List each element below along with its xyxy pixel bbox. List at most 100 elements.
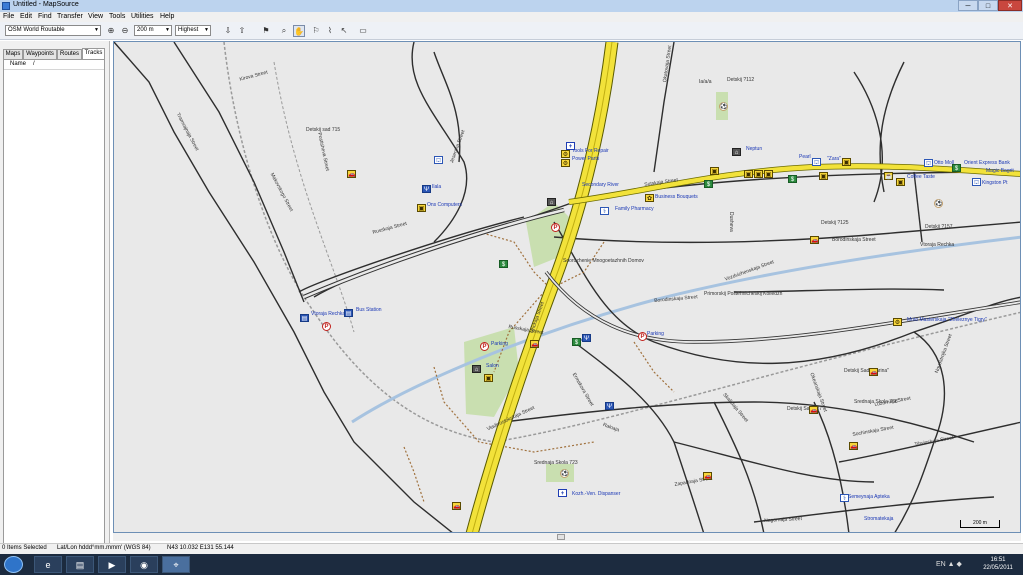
system-tray[interactable]: EN ▲ ◆ bbox=[936, 560, 976, 570]
poi-label: Sooruzhenie Mnogoetazhnih Domov bbox=[563, 258, 644, 264]
street-label: Borodinskaja Street bbox=[832, 237, 876, 243]
shop-icon[interactable]: ▣ bbox=[819, 172, 828, 180]
school-icon[interactable]: ⚽ bbox=[560, 469, 569, 478]
waypoint-tool-icon[interactable]: ⚐ bbox=[310, 25, 322, 37]
car-icon[interactable]: 🚗 bbox=[849, 442, 858, 450]
firefox-icon[interactable]: ◉ bbox=[130, 556, 158, 573]
bus-icon[interactable]: ▤ bbox=[300, 314, 309, 322]
bank-icon[interactable]: $ bbox=[788, 175, 797, 183]
restaurant-icon[interactable]: Ψ bbox=[582, 334, 591, 342]
parking-icon[interactable]: P bbox=[480, 342, 489, 351]
resize-handle[interactable] bbox=[557, 534, 565, 540]
menu-find[interactable]: Find bbox=[38, 13, 52, 20]
school-icon[interactable]: ⚽ bbox=[934, 199, 943, 208]
parking-icon[interactable]: P bbox=[322, 322, 331, 331]
menu-utilities[interactable]: Utilities bbox=[131, 13, 154, 20]
track-list[interactable]: Name / bbox=[3, 59, 105, 575]
florist-icon[interactable]: ✿ bbox=[645, 194, 654, 202]
start-button[interactable] bbox=[4, 556, 23, 573]
parking-icon[interactable]: P bbox=[551, 223, 560, 232]
clothing-icon[interactable]: ⛫ bbox=[924, 159, 933, 167]
car-icon[interactable]: 🚗 bbox=[809, 406, 818, 414]
cafe-icon[interactable]: ☕ bbox=[884, 172, 893, 180]
shop-icon[interactable]: ▣ bbox=[764, 170, 773, 178]
maximize-button[interactable]: □ bbox=[978, 0, 998, 11]
distance-tool-icon[interactable]: ▭ bbox=[357, 25, 369, 37]
media-player-icon[interactable]: ▶ bbox=[98, 556, 126, 573]
tab-waypoints[interactable]: Waypoints bbox=[23, 49, 57, 59]
hospital-icon[interactable]: + bbox=[558, 489, 567, 497]
route-tool-icon[interactable]: ⌇ bbox=[324, 25, 336, 37]
car-icon[interactable]: 🚗 bbox=[869, 368, 878, 376]
detail-level-select[interactable]: Highest ▼ bbox=[175, 25, 211, 36]
hospital-icon[interactable]: + bbox=[566, 142, 575, 150]
restaurant-icon[interactable]: Ψ bbox=[422, 185, 431, 193]
shop-icon[interactable]: ⛫ bbox=[972, 178, 981, 186]
shop-icon[interactable]: ▣ bbox=[744, 170, 753, 178]
mapsource-taskbar-icon[interactable]: ⌖ bbox=[162, 556, 190, 573]
shop-icon[interactable]: ▣ bbox=[417, 204, 426, 212]
restaurant-icon[interactable]: Ψ bbox=[605, 402, 614, 410]
tab-routes[interactable]: Routes bbox=[57, 49, 82, 59]
shop-icon[interactable]: ▣ bbox=[484, 374, 493, 382]
car-parts-icon[interactable]: ⚙ bbox=[561, 159, 570, 167]
car-icon[interactable]: 🚗 bbox=[452, 502, 461, 510]
zoom-tool-icon[interactable]: ⌕ bbox=[278, 25, 290, 37]
museum-icon[interactable]: ⌂ bbox=[472, 365, 481, 373]
map-tool-icon[interactable]: ⚑ bbox=[260, 25, 272, 37]
zoom-in-icon[interactable]: ⊕ bbox=[105, 25, 117, 37]
poi-label: Business Bouquets bbox=[655, 194, 698, 200]
bank-icon[interactable]: $ bbox=[952, 164, 961, 172]
pharmacy-icon[interactable]: ⚕ bbox=[600, 207, 609, 215]
shop-icon[interactable]: ▣ bbox=[842, 158, 851, 166]
tab-maps[interactable]: Maps bbox=[3, 49, 23, 59]
museum-icon[interactable]: ⌂ bbox=[547, 198, 556, 206]
school-icon[interactable]: ⚽ bbox=[719, 102, 728, 111]
map-product-select[interactable]: OSM World Routable ▼ bbox=[5, 25, 101, 36]
clothing-icon[interactable]: ⛫ bbox=[812, 158, 821, 166]
map-view[interactable]: Russkaja Street Borodinskaja Street Boro… bbox=[113, 41, 1021, 533]
clock[interactable]: 16:51 22/05/2011 bbox=[978, 556, 1018, 572]
ie-icon[interactable]: e bbox=[34, 556, 62, 573]
pharmacy-icon[interactable]: ⚕ bbox=[840, 494, 849, 502]
shop-icon[interactable]: ▣ bbox=[896, 178, 905, 186]
selection-tool-icon[interactable]: ↖ bbox=[338, 25, 350, 37]
bank-icon[interactable]: $ bbox=[499, 260, 508, 268]
send-to-device-icon[interactable]: ⇧ bbox=[236, 25, 248, 37]
car-repair-icon[interactable]: ⚙ bbox=[561, 150, 570, 158]
hand-tool-icon[interactable]: ✋ bbox=[293, 25, 305, 37]
menu-tools[interactable]: Tools bbox=[109, 13, 125, 20]
zoom-out-icon[interactable]: ⊖ bbox=[119, 25, 131, 37]
shop-icon[interactable]: ▣ bbox=[710, 167, 719, 175]
menu-edit[interactable]: Edit bbox=[20, 13, 32, 20]
menu-file[interactable]: File bbox=[3, 13, 14, 20]
column-header-sort[interactable]: / bbox=[33, 61, 35, 67]
bank-icon[interactable]: $ bbox=[572, 338, 581, 346]
close-button[interactable]: ✕ bbox=[998, 0, 1022, 11]
car-icon[interactable]: 🚗 bbox=[703, 472, 712, 480]
car-icon[interactable]: 🚗 bbox=[810, 236, 819, 244]
menu-view[interactable]: View bbox=[88, 13, 103, 20]
bank-icon[interactable]: $ bbox=[704, 180, 713, 188]
minimize-button[interactable]: ─ bbox=[958, 0, 978, 11]
tab-tracks[interactable]: Tracks bbox=[82, 48, 105, 59]
parking-icon[interactable]: P bbox=[638, 332, 647, 341]
poi-label: Kingston Pt bbox=[982, 180, 1008, 186]
mapsource-app-icon[interactable] bbox=[2, 2, 10, 10]
museum-icon[interactable]: ⌂ bbox=[732, 148, 741, 156]
motorcycle-repair-icon[interactable]: ⚙ bbox=[893, 318, 902, 326]
shop-icon[interactable]: ▣ bbox=[754, 170, 763, 178]
car-icon[interactable]: 🚗 bbox=[347, 170, 356, 178]
selection-status: 0 Items Selected bbox=[2, 545, 47, 551]
folder-icon[interactable]: ▤ bbox=[66, 556, 94, 573]
column-header-name[interactable]: Name bbox=[10, 61, 26, 67]
shopping-icon[interactable]: ⛫ bbox=[434, 156, 443, 164]
zoom-level-select[interactable]: 200 m ▼ bbox=[134, 25, 172, 36]
receive-from-device-icon[interactable]: ⇩ bbox=[222, 25, 234, 37]
double-road bbox=[544, 270, 1020, 344]
poi-label: Ilala bbox=[432, 184, 442, 190]
menu-help[interactable]: Help bbox=[160, 13, 174, 20]
menu-transfer[interactable]: Transfer bbox=[57, 13, 83, 20]
car-icon[interactable]: 🚗 bbox=[530, 340, 539, 348]
bus-stop-icon[interactable]: ▤ bbox=[344, 309, 353, 317]
